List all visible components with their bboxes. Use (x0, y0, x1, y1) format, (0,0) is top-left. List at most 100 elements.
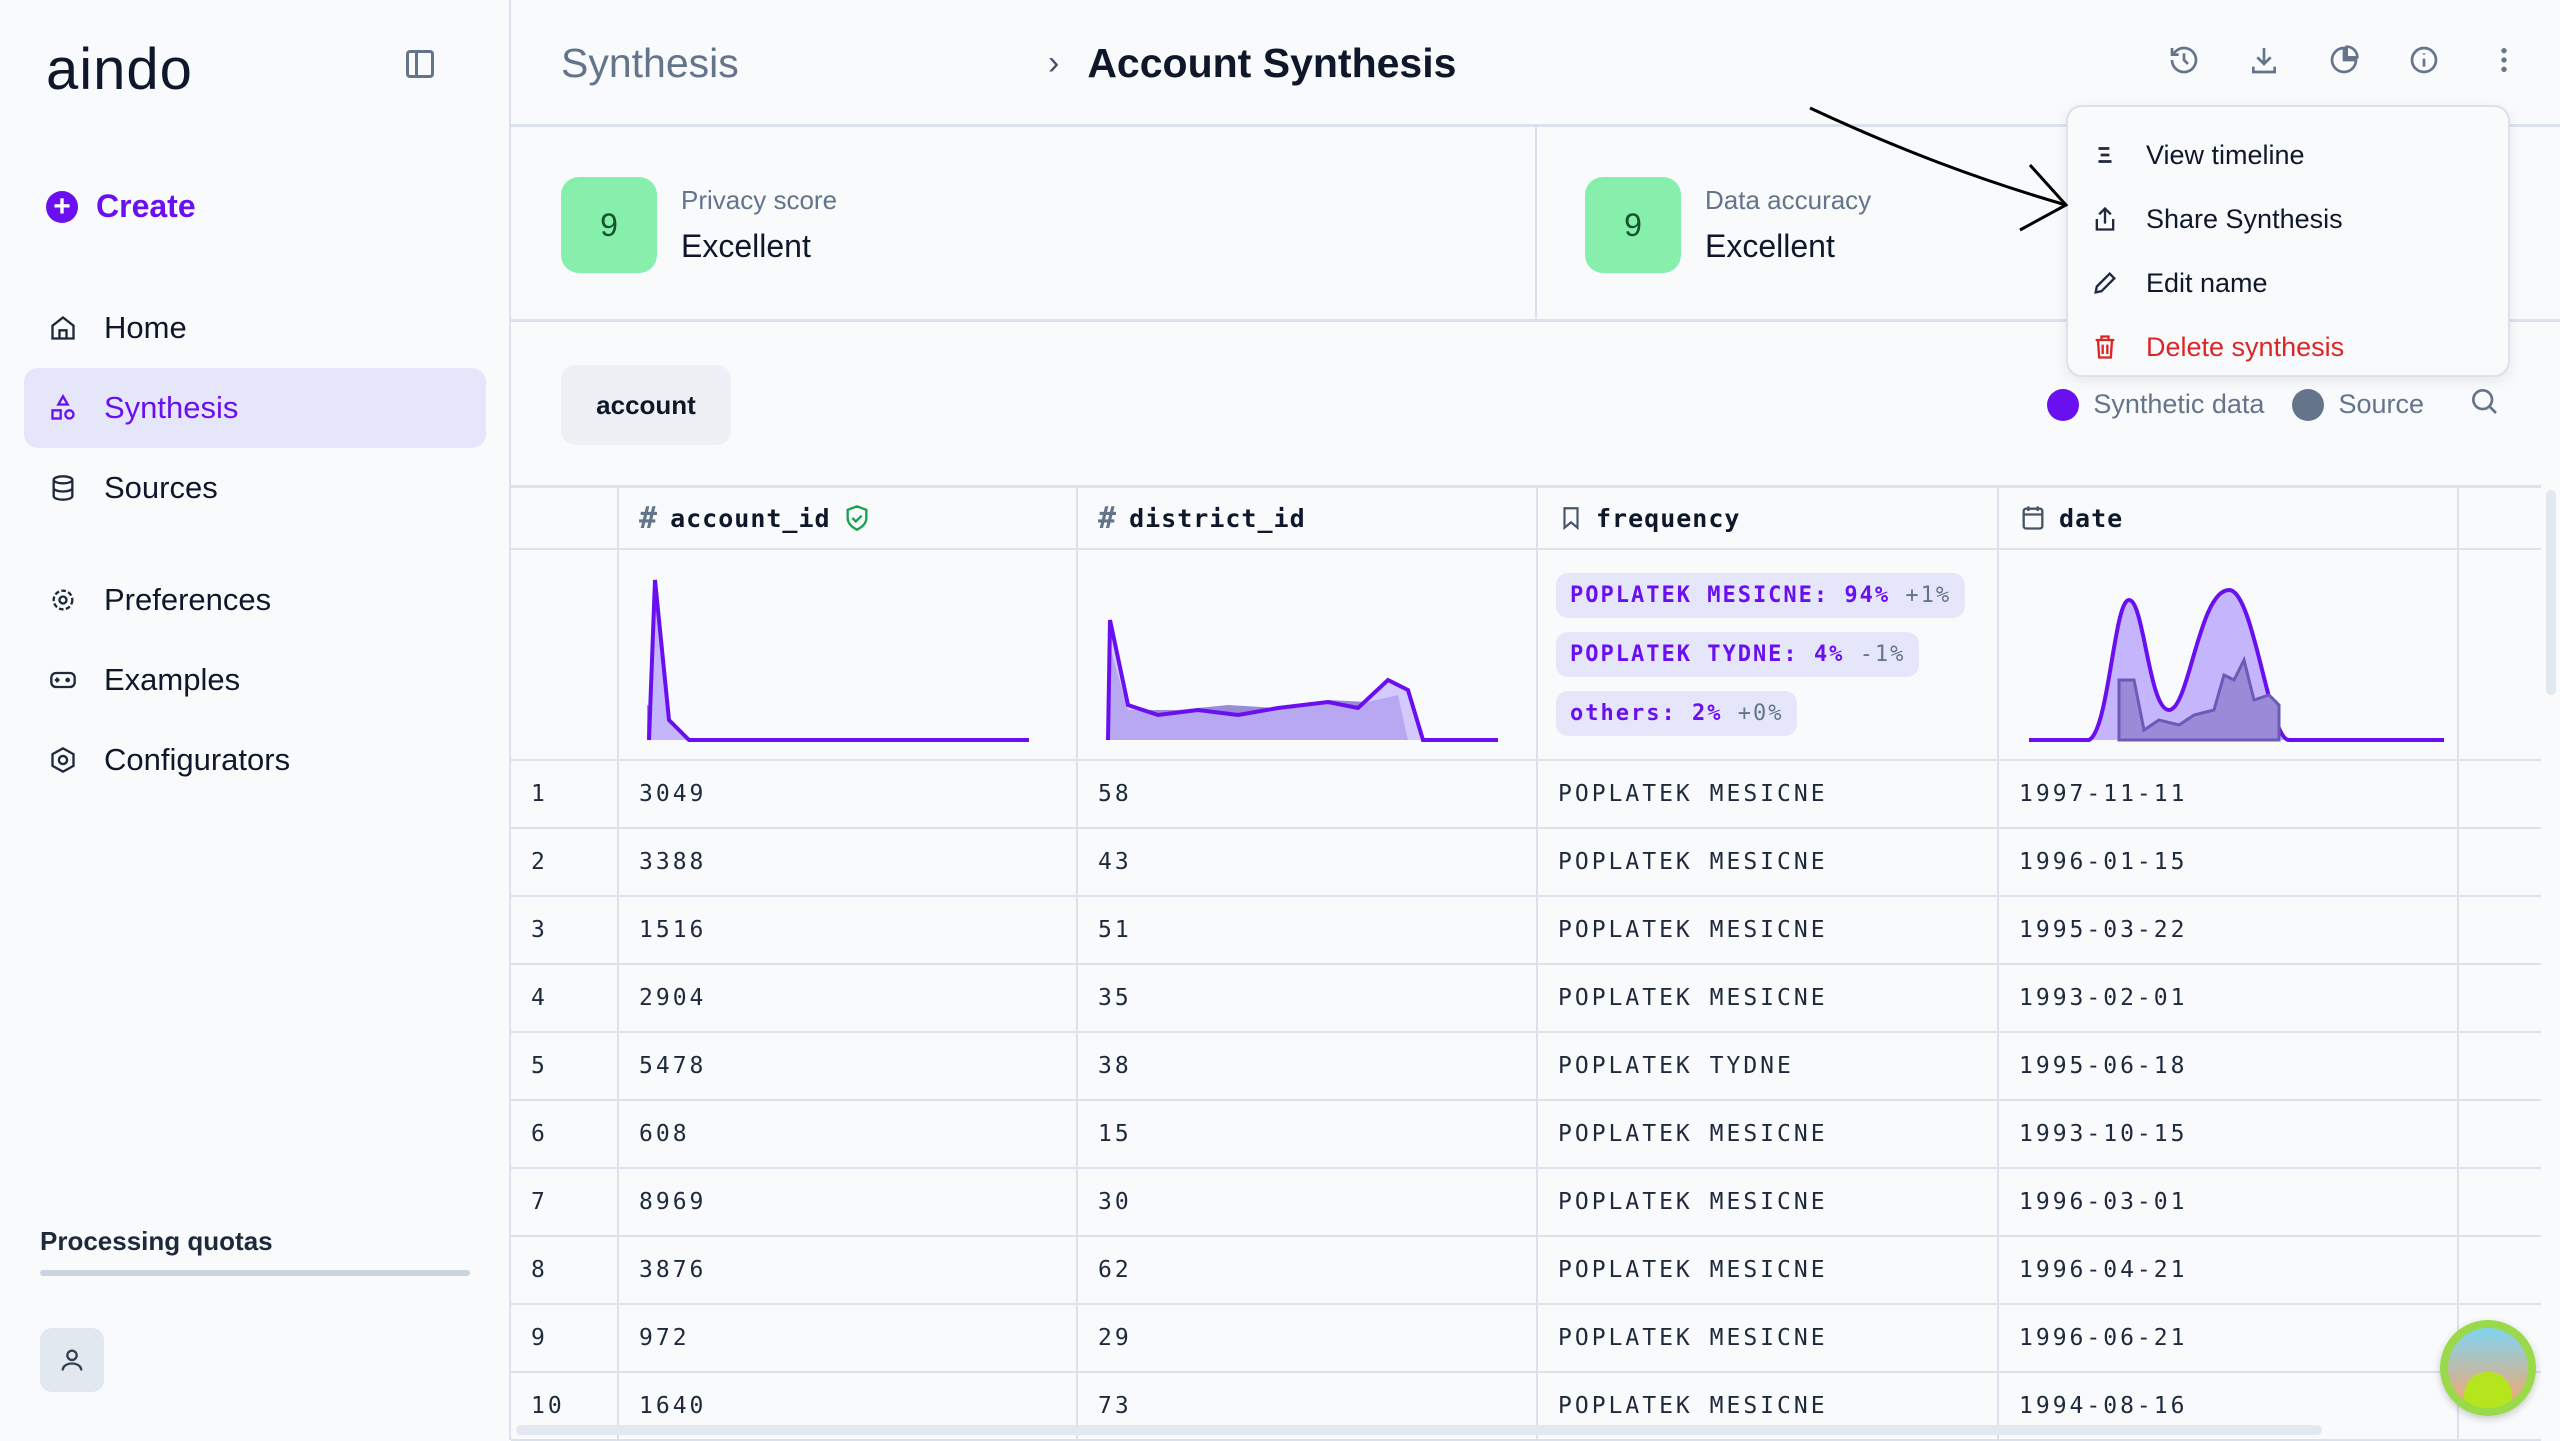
account-id-cell: 5478 (619, 1033, 1078, 1099)
col-name: frequency (1596, 503, 1741, 533)
sidebar-item-sources[interactable]: Sources (24, 448, 486, 528)
column-header-frequency[interactable]: frequency (1538, 488, 1999, 548)
table-row[interactable]: 1 3049 58 POPLATEK MESICNE 1997-11-11 (511, 761, 2541, 829)
menu-item-share-synthesis[interactable]: Share Synthesis (2068, 187, 2508, 251)
trash-icon (2090, 333, 2120, 361)
sidebar-item-home[interactable]: Home (24, 288, 486, 368)
table-row[interactable]: 4 2904 35 POPLATEK MESICNE 1993-02-01 (511, 965, 2541, 1033)
district-id-cell: 43 (1078, 829, 1538, 895)
home-icon (48, 313, 78, 343)
distribution-chart (2029, 587, 2444, 742)
plus-icon: + (46, 190, 78, 223)
score-label: Data accuracy (1705, 185, 1872, 215)
beach-badge-icon[interactable] (2440, 1320, 2536, 1416)
bookmark-icon (1563, 507, 1579, 531)
breadcrumb-synthesis[interactable]: Synthesis (561, 40, 1020, 87)
more-vertical-icon[interactable] (2488, 44, 2520, 76)
district-id-cell: 58 (1078, 761, 1538, 827)
frequency-stat-chip: POPLATEK TYDNE: 4% -1% (1556, 632, 1920, 677)
label: Examples (104, 662, 241, 697)
menu-item-view-timeline[interactable]: View timeline (2068, 123, 2508, 187)
score-rating: Excellent (1705, 228, 1835, 264)
breadcrumb: Synthesis › Account Synthesis (561, 40, 1547, 87)
account-id-cell: 972 (619, 1305, 1078, 1371)
frequency-stat-chip: others: 2% +0% (1556, 691, 1798, 736)
column-header-account-id[interactable]: # account_id (619, 488, 1078, 548)
column-header-date[interactable]: date (1999, 488, 2459, 548)
create-button[interactable]: + Create (46, 188, 196, 225)
legend-synthetic[interactable]: Synthetic data (2093, 389, 2264, 420)
search-icon[interactable] (2468, 385, 2500, 424)
date-cell: 1996-01-15 (1999, 829, 2459, 895)
database-icon (48, 473, 78, 503)
sidebar-item-configurators[interactable]: Configurators (24, 720, 486, 800)
date-cell: 1995-06-18 (1999, 1033, 2459, 1099)
district-id-cell: 30 (1078, 1169, 1538, 1235)
table-row[interactable]: 7 8969 30 POPLATEK MESICNE 1996-03-01 (511, 1169, 2541, 1237)
table-row[interactable]: 5 5478 38 POPLATEK TYDNE 1995-06-18 (511, 1033, 2541, 1101)
data-accuracy-score: 9 Data accuracy Excellent (1585, 177, 1871, 273)
date-cell: 1993-10-15 (1999, 1101, 2459, 1167)
index-header (511, 488, 619, 548)
account-id-distribution (619, 550, 1078, 759)
tab-account[interactable]: account (561, 365, 731, 445)
column-header-district-id[interactable]: # district_id (1078, 488, 1538, 548)
sidebar-item-examples[interactable]: Examples (24, 640, 486, 720)
account-id-cell: 3388 (619, 829, 1078, 895)
table-row[interactable]: 2 3388 43 POPLATEK MESICNE 1996-01-15 (511, 829, 2541, 897)
account-id-cell: 8969 (619, 1169, 1078, 1235)
hash-icon: # (639, 500, 659, 536)
page-title: Account Synthesis (1087, 40, 1457, 86)
frequency-cell: POPLATEK MESICNE (1538, 1169, 1999, 1235)
district-id-cell: 62 (1078, 1237, 1538, 1303)
gear-icon (48, 585, 78, 615)
table-row[interactable]: 9 972 29 POPLATEK MESICNE 1996-06-21 (511, 1305, 2541, 1373)
pie-chart-icon[interactable] (2328, 44, 2360, 76)
info-icon[interactable] (2408, 44, 2440, 76)
account-id-cell: 3876 (619, 1237, 1078, 1303)
table-row[interactable]: 3 1516 51 POPLATEK MESICNE 1995-03-22 (511, 897, 2541, 965)
label: Preferences (104, 582, 272, 617)
distribution-row: POPLATEK MESICNE: 94% +1% POPLATEK TYDNE… (511, 550, 2541, 761)
sidebar-toggle-icon[interactable] (406, 50, 434, 78)
sidebar-item-synthesis[interactable]: Synthesis (24, 368, 486, 448)
processing-quotas-label: Processing quotas (40, 1226, 273, 1256)
pencil-icon (2090, 269, 2120, 297)
logo[interactable]: aindo (46, 36, 193, 103)
history-icon[interactable] (2168, 44, 2200, 76)
horizontal-scrollbar[interactable] (516, 1425, 2322, 1435)
source-dot (2292, 388, 2325, 421)
table-header: # account_id # district_id frequency date (511, 485, 2541, 550)
table-row[interactable]: 6 608 15 POPLATEK MESICNE 1993-10-15 (511, 1101, 2541, 1169)
vertical-scrollbar[interactable] (2546, 490, 2556, 695)
account-id-cell: 2904 (619, 965, 1078, 1031)
user-avatar-button[interactable] (40, 1328, 104, 1392)
sidebar-item-preferences[interactable]: Preferences (24, 560, 486, 640)
label: Synthesis (104, 390, 239, 425)
legend-source[interactable]: Source (2338, 389, 2424, 420)
calendar-icon (2022, 506, 2044, 530)
frequency-cell: POPLATEK MESICNE (1538, 829, 1999, 895)
district-id-cell: 38 (1078, 1033, 1538, 1099)
privacy-score-badge: 9 (561, 177, 657, 273)
score-label: Privacy score (681, 185, 838, 215)
date-cell: 1997-11-11 (1999, 761, 2459, 827)
frequency-cell: POPLATEK TYDNE (1538, 1033, 1999, 1099)
account-id-cell: 608 (619, 1101, 1078, 1167)
spacer (511, 550, 619, 759)
frequency-cell: POPLATEK MESICNE (1538, 1101, 1999, 1167)
chevron-right-icon: › (1048, 44, 1060, 82)
table-row[interactable]: 8 3876 62 POPLATEK MESICNE 1996-04-21 (511, 1237, 2541, 1305)
more-actions-menu: View timeline Share Synthesis Edit name … (2066, 105, 2510, 377)
frequency-cell: POPLATEK MESICNE (1538, 761, 1999, 827)
menu-item-edit-name[interactable]: Edit name (2068, 251, 2508, 315)
date-cell: 1996-03-01 (1999, 1169, 2459, 1235)
download-icon[interactable] (2248, 44, 2280, 76)
label: Delete synthesis (2146, 331, 2345, 362)
menu-item-delete-synthesis[interactable]: Delete synthesis (2068, 315, 2508, 379)
